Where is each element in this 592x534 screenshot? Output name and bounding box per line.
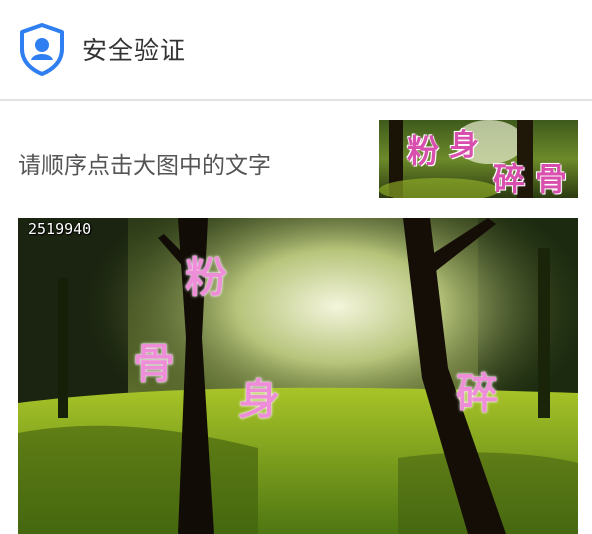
captcha-char-1[interactable]: 粉 xyxy=(185,244,227,305)
verification-header: 安全验证 xyxy=(0,0,592,99)
captcha-char-4[interactable]: 碎 xyxy=(456,360,498,421)
hint-char-3: 碎 xyxy=(493,160,526,198)
shield-user-icon xyxy=(18,22,66,76)
captcha-id: 2519940 xyxy=(28,220,92,238)
hint-char-2: 身 xyxy=(449,128,479,163)
hint-char-4: 骨 xyxy=(535,160,568,198)
captcha-char-2[interactable]: 骨 xyxy=(133,330,175,391)
hint-char-1: 粉 xyxy=(407,132,440,170)
page-title: 安全验证 xyxy=(82,36,187,65)
header-divider xyxy=(0,99,592,101)
captcha-char-3[interactable]: 身 xyxy=(238,366,280,427)
instruction-text: 请顺序点击大图中的文字 xyxy=(18,153,271,179)
hint-image: 粉 身 碎 骨 xyxy=(379,120,578,198)
captcha-image[interactable]: 2519940 粉 骨 身 碎 xyxy=(18,218,578,534)
